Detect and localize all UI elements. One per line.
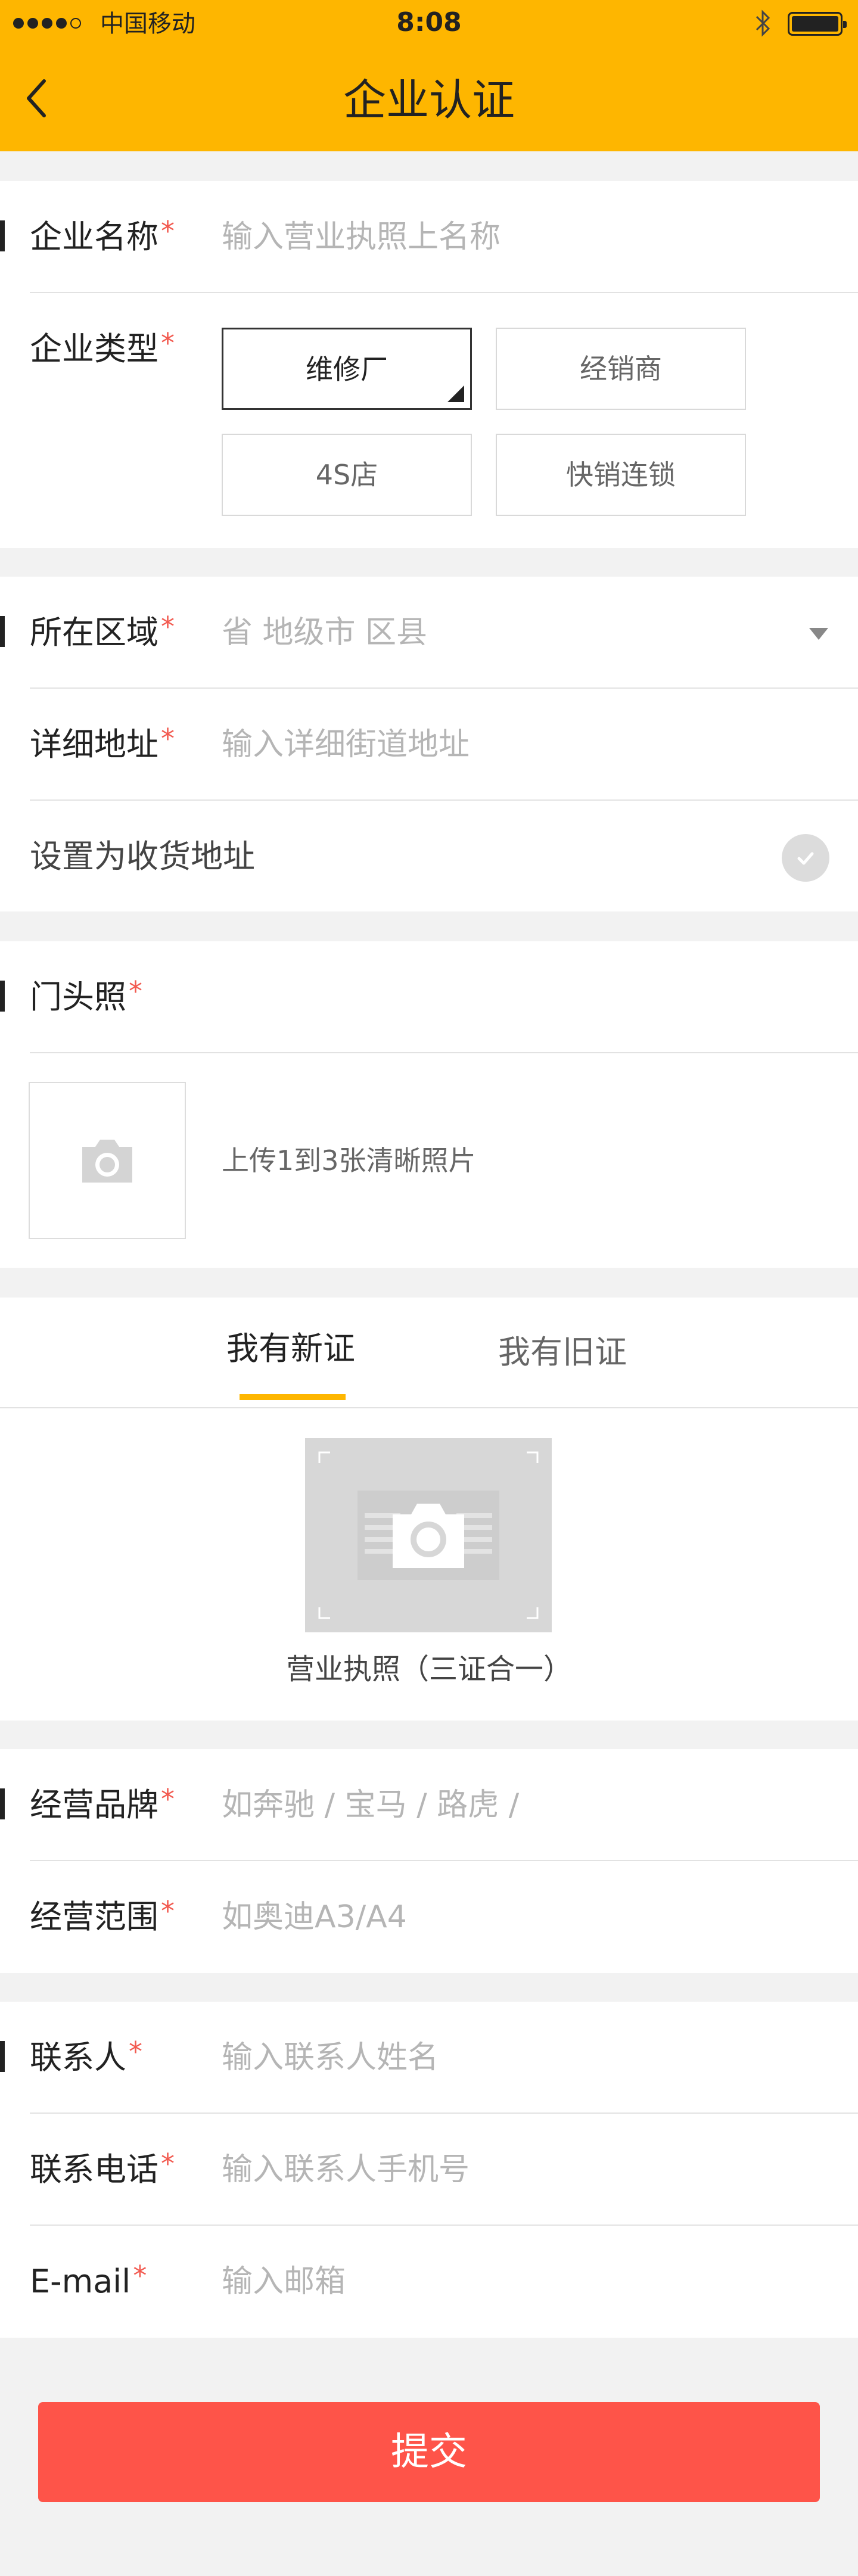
back-button[interactable] [24,71,60,125]
scope-input[interactable]: 如奥迪A3/A4 [222,1897,407,1937]
required-marker [0,2041,5,2072]
active-tab-indicator [240,1394,346,1400]
tab-new-license[interactable]: 我有新证 [226,1329,355,1369]
detail-address-input[interactable]: 输入详细街道地址 [222,724,470,765]
contact-person-label: 联系人* [30,2036,142,2076]
contact-phone-input[interactable]: 输入联系人手机号 [222,2149,470,2190]
brand-label: 经营品牌* [30,1783,175,1824]
required-marker [0,981,5,1012]
shipping-address-row[interactable]: 设置为收货地址 [0,801,858,913]
region-row[interactable]: 所在区域* 省 地级市 区县 [0,577,858,689]
scope-label: 经营范围* [30,1895,175,1936]
contact-section: 联系人* 输入联系人姓名 联系电话* 输入联系人手机号 E-mail* 输入邮箱 [0,2002,858,2338]
contact-person-input[interactable]: 输入联系人姓名 [222,2037,439,2078]
contact-email-label: E-mail* [30,2260,147,2300]
contact-phone-label: 联系电话* [30,2148,175,2188]
brand-row: 经营品牌* 如奔驰 / 宝马 / 路虎 / [0,1749,858,1861]
company-type-label: 企业类型* [30,327,175,368]
brand-input[interactable]: 如奔驰 / 宝马 / 路虎 / [222,1785,519,1825]
battery-icon [788,12,847,36]
selected-corner-icon [447,385,464,402]
company-name-row: 企业名称* 输入营业执照上名称 [0,181,858,293]
license-upload-button[interactable] [305,1438,552,1632]
required-marker [0,1788,5,1819]
required-marker [0,220,5,251]
tab-old-license[interactable]: 我有旧证 [498,1332,627,1373]
contact-email-input[interactable]: 输入邮箱 [222,2261,346,2302]
app-header: 中国移动 8:08 企业认证 [0,0,858,151]
business-section: 经营品牌* 如奔驰 / 宝马 / 路虎 / 经营范围* 如奥迪A3/A4 [0,1749,858,1973]
company-name-label: 企业名称* [30,215,175,256]
check-icon [797,852,814,865]
company-info-section: 企业名称* 输入营业执照上名称 企业类型* 维修厂 经销商 4S店 快销连锁 [0,181,858,548]
scope-row: 经营范围* 如奥迪A3/A4 [0,1861,858,1973]
region-label: 所在区域* [30,611,175,651]
license-section: 我有新证 我有旧证 营业执照（三证合一） [0,1298,858,1721]
camera-icon [82,1140,132,1183]
bluetooth-icon [756,10,770,37]
type-option-fast-chain[interactable]: 快销连锁 [496,434,746,516]
license-placeholder-icon [318,1451,539,1619]
storefront-label: 门头照* [30,975,142,1016]
storefront-section: 门头照* 上传1到3张清晰照片 [0,941,858,1268]
chevron-left-icon [27,79,46,117]
detail-address-label: 详细地址* [30,723,175,763]
license-caption: 营业执照（三证合一） [285,1653,572,1686]
type-option-4s-store[interactable]: 4S店 [222,434,472,516]
dropdown-caret-icon [809,628,828,640]
type-option-dealer[interactable]: 经销商 [496,328,746,410]
contact-person-row: 联系人* 输入联系人姓名 [0,2002,858,2114]
upload-hint: 上传1到3张清晰照片 [222,1144,476,1177]
detail-address-row: 详细地址* 输入详细街道地址 [0,689,858,801]
type-option-repair-shop[interactable]: 维修厂 [222,328,472,410]
storefront-upload-button[interactable] [29,1082,186,1239]
contact-email-row: E-mail* 输入邮箱 [0,2226,858,2338]
shipping-address-checkbox[interactable] [782,834,829,882]
company-name-input[interactable]: 输入营业执照上名称 [222,217,829,257]
region-select[interactable]: 省 地级市 区县 [222,612,427,653]
submit-button[interactable]: 提交 [38,2402,820,2502]
status-bar: 中国移动 8:08 [0,0,858,48]
page-title: 企业认证 [343,75,515,125]
contact-phone-row: 联系电话* 输入联系人手机号 [0,2114,858,2226]
company-type-row: 企业类型* 维修厂 经销商 4S店 快销连锁 [0,293,858,548]
status-time: 8:08 [396,7,462,38]
shipping-address-label: 设置为收货地址 [30,838,255,875]
address-section: 所在区域* 省 地级市 区县 详细地址* 输入详细街道地址 设置为收货地址 [0,577,858,911]
required-marker [0,616,5,647]
storefront-row: 门头照* [0,941,858,1053]
